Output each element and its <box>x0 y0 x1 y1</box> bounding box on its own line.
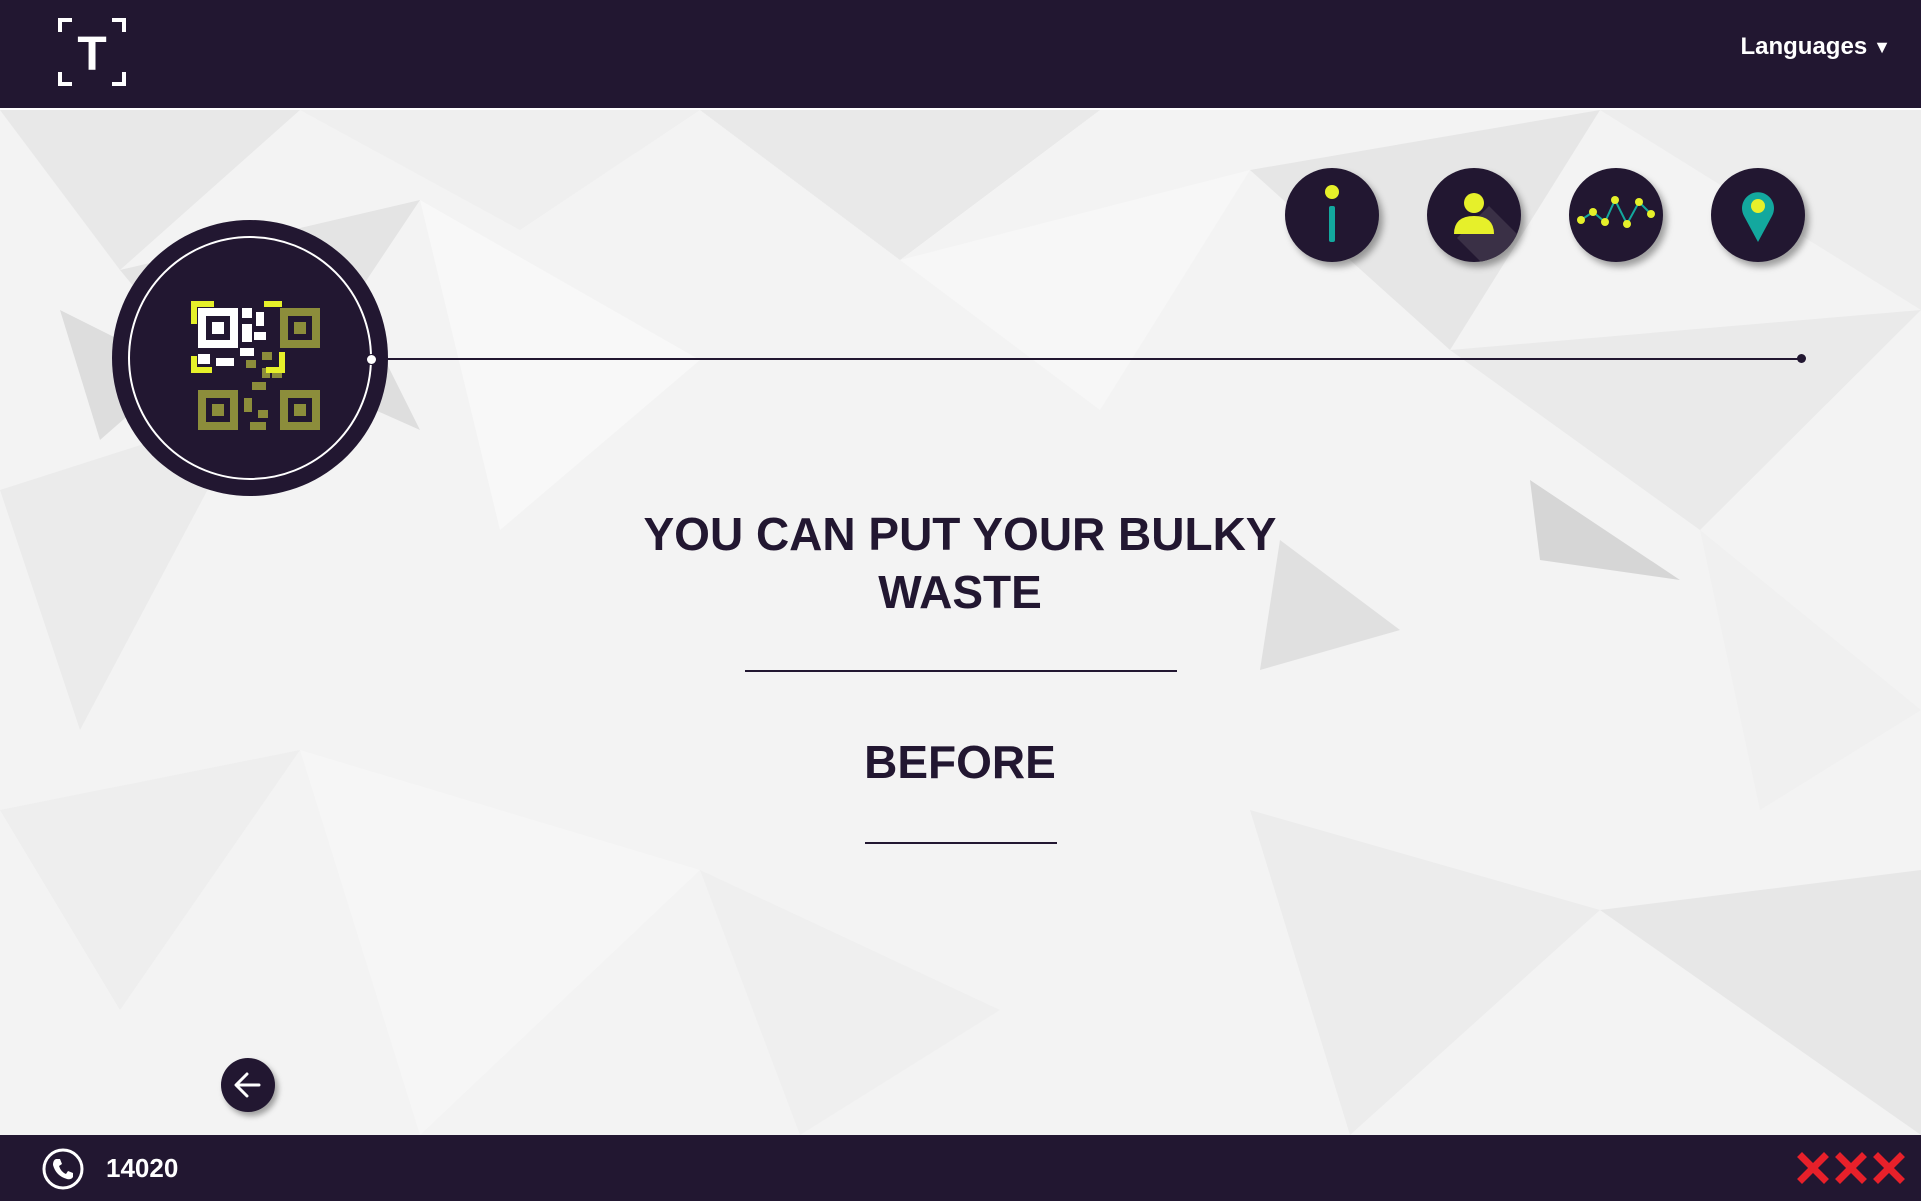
person-icon <box>1454 193 1521 262</box>
location-pin-icon <box>1742 192 1774 242</box>
connector-end-dot <box>1797 354 1806 363</box>
phone-icon[interactable] <box>41 1147 85 1191</box>
logo-icon: T <box>58 18 126 86</box>
connector-start-dot <box>366 354 377 365</box>
xxx-icon <box>1797 1152 1905 1184</box>
back-button[interactable] <box>221 1058 275 1112</box>
main-content: YOU CAN PUT YOUR BULKY WASTE BEFORE <box>0 110 1921 1135</box>
divider-bottom <box>865 842 1057 844</box>
languages-dropdown[interactable]: Languages ▼ <box>1740 33 1891 61</box>
subtitle: BEFORE <box>864 736 1056 788</box>
phone-number[interactable]: 14020 <box>106 1153 178 1184</box>
info-button[interactable] <box>1285 168 1379 262</box>
info-icon <box>1325 185 1339 242</box>
footer-bar: 14020 <box>0 1135 1921 1201</box>
connector-line <box>370 358 1802 360</box>
line-chart-icon <box>1577 196 1655 228</box>
headline: YOU CAN PUT YOUR BULKY WASTE <box>643 508 1277 618</box>
arrow-left-icon <box>234 1072 261 1098</box>
qr-code-icon <box>191 301 320 430</box>
qr-code-badge <box>112 220 388 496</box>
chevron-down-icon: ▼ <box>1873 36 1891 57</box>
logo-letter: T <box>77 28 106 81</box>
profile-button[interactable] <box>1427 168 1521 262</box>
top-bar: T Languages ▼ <box>0 0 1921 110</box>
statistics-button[interactable] <box>1569 168 1663 262</box>
location-button[interactable] <box>1711 168 1805 262</box>
languages-label: Languages <box>1740 33 1868 60</box>
divider-top <box>745 670 1177 672</box>
